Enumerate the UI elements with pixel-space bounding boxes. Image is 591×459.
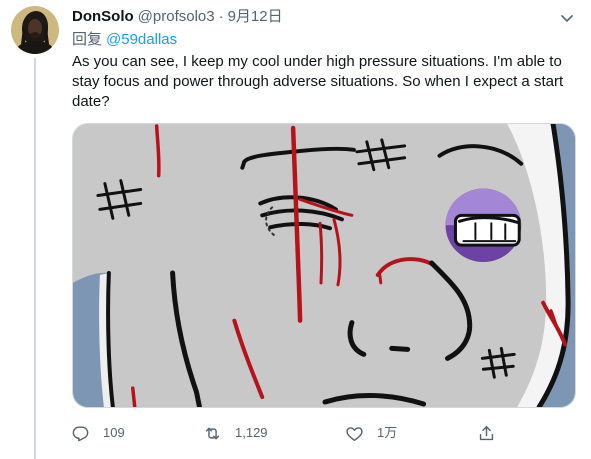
reply-count: 109 <box>103 425 125 440</box>
reply-context: 回复 @59dallas <box>72 30 177 50</box>
retweet-icon <box>203 424 222 443</box>
thread-line <box>34 58 36 459</box>
nose-dash <box>389 345 411 352</box>
header-separator: · <box>218 8 224 25</box>
blood-drip <box>378 273 383 285</box>
avatar-beard <box>30 32 40 38</box>
like-count: 1万 <box>377 425 398 440</box>
like-button[interactable]: 1万 <box>345 423 397 443</box>
retweet-count: 1,129 <box>235 425 268 440</box>
tweet[interactable]: DonSolo @profsolo3 · 9月12日 回复 @59dallas As y… <box>0 0 591 459</box>
avatar-photo <box>11 6 59 54</box>
bruised-eye <box>445 188 522 263</box>
chevron-down-icon <box>561 15 573 22</box>
reply-prefix: 回复 <box>72 31 103 48</box>
face-skin <box>73 124 575 407</box>
heart-icon <box>345 424 364 443</box>
author-handle[interactable]: @profsolo3 <box>138 8 215 25</box>
reply-mention-link[interactable]: @59dallas <box>106 31 177 48</box>
tweet-date[interactable]: 9月12日 <box>228 8 283 25</box>
blood-drip <box>318 221 324 285</box>
avatar[interactable] <box>11 6 59 54</box>
tweet-text: As you can see, I keep my cool under hig… <box>72 53 564 110</box>
tweet-image[interactable] <box>72 123 576 408</box>
tweet-image-drawing <box>73 124 575 407</box>
blood-streak <box>131 386 137 407</box>
more-options-button[interactable] <box>557 8 577 28</box>
reply-icon <box>71 424 90 443</box>
tweet-header: DonSolo @profsolo3 · 9月12日 <box>72 7 283 27</box>
reply-button[interactable]: 109 <box>71 423 125 443</box>
eyebrow-left-hook <box>240 159 247 170</box>
share-button[interactable] <box>477 423 496 443</box>
author-display-name[interactable]: DonSolo <box>72 8 134 25</box>
share-icon <box>477 424 496 443</box>
retweet-button[interactable]: 1,129 <box>203 423 268 443</box>
